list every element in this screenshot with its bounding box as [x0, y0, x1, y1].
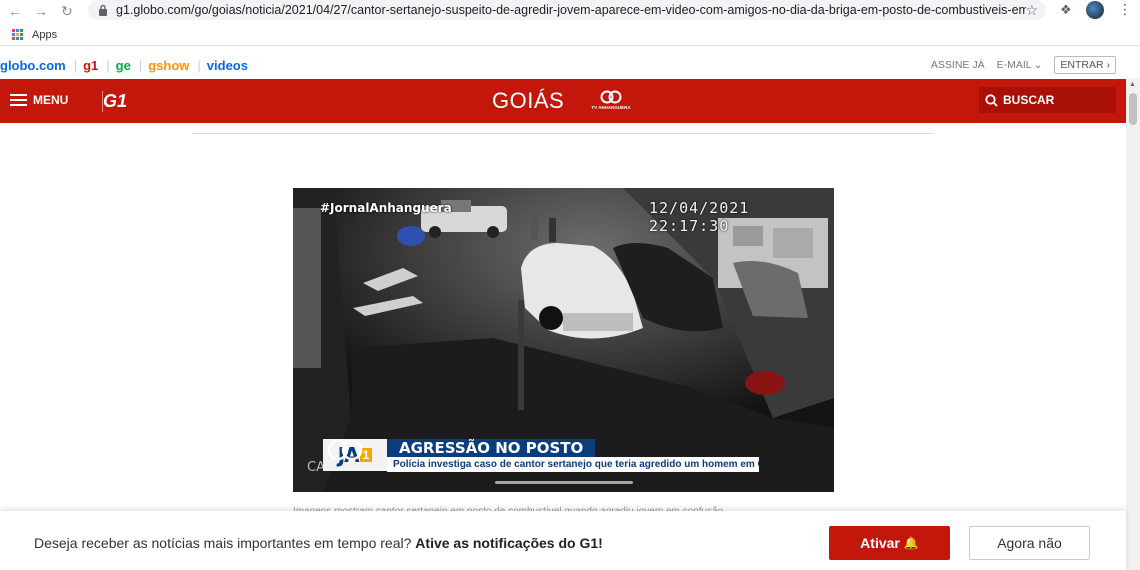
link-ge[interactable]: ge: [116, 58, 131, 73]
tv-anhanguera-logo[interactable]: TV ANHANGUERA: [588, 90, 634, 112]
notification-question: Deseja receber as notícias mais importan…: [34, 535, 412, 551]
chevron-down-icon: ⌄: [1033, 59, 1043, 71]
affiliate-label: TV ANHANGUERA: [591, 105, 631, 110]
address-bar[interactable]: g1.globo.com/go/goias/noticia/2021/04/27…: [88, 0, 1046, 20]
apps-bookmark[interactable]: Apps: [32, 29, 57, 41]
dismiss-notifications-button[interactable]: Agora não: [969, 526, 1090, 560]
g1-logo[interactable]: G1: [102, 91, 127, 112]
link-videos[interactable]: videos: [207, 58, 248, 73]
back-icon[interactable]: ←: [4, 0, 26, 22]
notification-message: Deseja receber as notícias mais importan…: [34, 535, 603, 551]
lower-third-subheadline: Polícia investiga caso de cantor sertane…: [387, 457, 759, 472]
lower-third-headline: AGRESSÃO NO POSTO: [387, 439, 596, 457]
network-links: globo.com | g1 | ge | gshow | videos: [0, 57, 248, 73]
video-player[interactable]: #JornalAnhanguera 12/04/2021 22:17:30 CA…: [293, 188, 834, 492]
lock-icon: [99, 4, 107, 16]
assine-link[interactable]: ASSINE JÁ: [931, 59, 985, 71]
link-globo-com[interactable]: globo.com: [0, 58, 66, 73]
forward-icon[interactable]: →: [30, 0, 52, 22]
menu-button[interactable]: MENU: [10, 93, 68, 107]
account-links: ASSINE JÁ E-MAIL ⌄ ENTRAR ›: [919, 56, 1116, 74]
notification-prompt: Deseja receber as notícias mais importan…: [0, 511, 1126, 570]
activate-notifications-button[interactable]: Ativar 🔔: [829, 526, 950, 560]
globo-network-bar: globo.com | g1 | ge | gshow | videos ASSINE …: [0, 52, 1140, 78]
scrollbar-thumb[interactable]: [1129, 93, 1137, 125]
bell-icon: 🔔: [903, 536, 919, 550]
apps-grid-icon[interactable]: [12, 28, 24, 41]
browser-menu-icon[interactable]: ⋮: [1118, 1, 1132, 18]
profile-avatar[interactable]: [1086, 1, 1104, 19]
region-title[interactable]: GOIÁS: [492, 88, 564, 114]
menu-label: MENU: [33, 93, 69, 107]
search-button[interactable]: BUSCAR: [979, 87, 1116, 113]
search-icon: [985, 93, 998, 107]
activate-label: Ativar: [860, 535, 900, 551]
program-hashtag: #JornalAnhanguera: [320, 201, 452, 215]
link-g1[interactable]: g1: [83, 58, 98, 73]
url-text[interactable]: g1.globo.com/go/goias/noticia/2021/04/27…: [116, 3, 1026, 17]
page-scrollbar[interactable]: ▲: [1126, 79, 1140, 570]
search-label: BUSCAR: [1003, 93, 1055, 107]
notification-cta: Ative as notificações do G1!: [415, 535, 603, 551]
extensions-puzzle-icon[interactable]: ❖: [1060, 2, 1072, 18]
video-progress-bar[interactable]: [495, 481, 633, 484]
cctv-timestamp: 12/04/2021 22:17:30: [649, 199, 750, 235]
hamburger-icon: [10, 94, 27, 106]
email-label: E-MAIL: [996, 59, 1032, 71]
email-link[interactable]: E-MAIL ⌄: [997, 59, 1043, 71]
content-divider: [192, 133, 934, 134]
scroll-up-icon[interactable]: ▲: [1129, 81, 1136, 88]
g1-header: MENU G1 GOIÁS TV ANHANGUERA BUSCAR: [0, 79, 1126, 123]
globo-rings-icon: [327, 439, 363, 461]
reload-icon[interactable]: ↻: [56, 0, 78, 22]
bookmarks-bar: Apps: [0, 24, 1140, 46]
bookmark-star-icon[interactable]: ☆: [1025, 2, 1038, 19]
link-gshow[interactable]: gshow: [148, 58, 189, 73]
news-lower-third: JA 1 AGRESSÃO NO POSTO Polícia investiga …: [323, 439, 808, 472]
login-button[interactable]: ENTRAR ›: [1054, 56, 1116, 74]
browser-toolbar: ← → ↻ g1.globo.com/go/goias/noticia/2021…: [0, 0, 1140, 22]
